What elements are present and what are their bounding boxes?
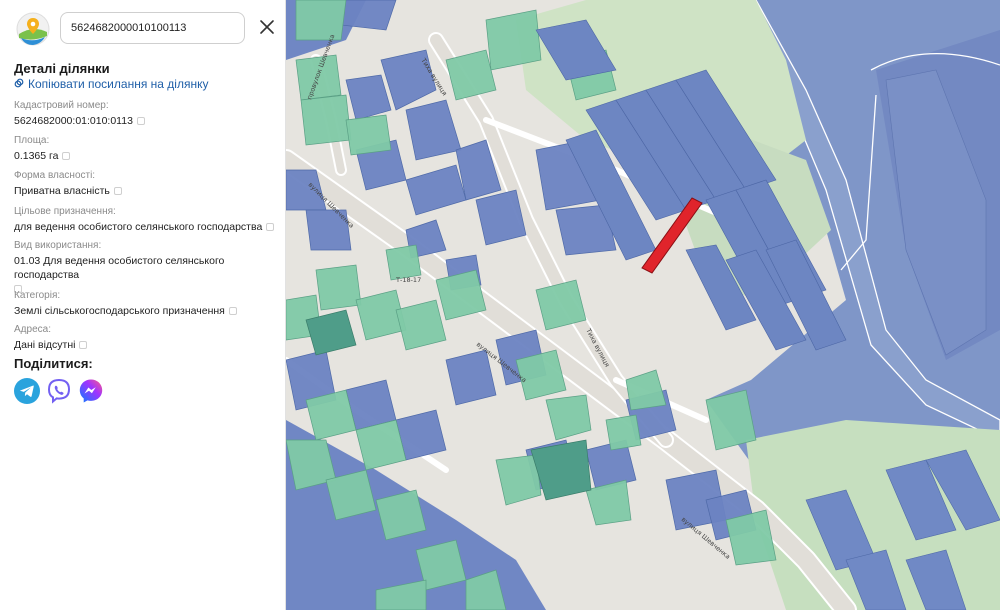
road-label: Т-18-17 — [395, 276, 421, 284]
viber-icon[interactable] — [46, 378, 72, 404]
field-category: Категорія: Землі сільськогосподарського … — [14, 289, 276, 318]
copy-icon[interactable] — [228, 307, 237, 316]
field-label: Адреса: — [14, 324, 51, 335]
copy-icon[interactable] — [62, 152, 71, 161]
link-icon — [14, 77, 24, 91]
logo-icon — [16, 12, 50, 46]
copy-icon[interactable] — [136, 117, 145, 126]
field-value: 5624682000:01:010:0113 — [14, 115, 133, 127]
field-cadastral-number: Кадастровий номер: 5624682000:01:010:011… — [14, 99, 276, 128]
field-label: Кадастровий номер: — [14, 100, 109, 111]
copy-link-button[interactable]: Копіювати посилання на ділянку — [14, 77, 208, 91]
field-purpose: Цільове призначення: для ведення особист… — [14, 205, 276, 234]
telegram-icon[interactable] — [14, 378, 40, 404]
close-icon[interactable] — [256, 16, 278, 38]
cadastral-search-input[interactable] — [60, 12, 245, 44]
share-title: Поділитися: — [14, 356, 93, 371]
field-label: Категорія: — [14, 290, 61, 301]
copy-link-label: Копіювати посилання на ділянку — [28, 77, 209, 91]
field-label: Площа: — [14, 135, 50, 146]
copy-icon[interactable] — [113, 187, 122, 196]
field-value: Приватна власність — [14, 185, 110, 197]
cadastral-map[interactable]: вулиця Шевченка Т-18-17 вулиця Шевченка … — [286, 0, 1000, 610]
details-title: Деталі ділянки — [14, 61, 110, 76]
field-address: Адреса: Дані відсутні — [14, 323, 276, 352]
field-value: 0.1365 га — [14, 150, 59, 162]
field-ownership: Форма власності: Приватна власність — [14, 169, 276, 198]
field-value: Дані відсутні — [14, 339, 76, 351]
field-label: Цільове призначення: — [14, 206, 116, 217]
messenger-icon[interactable] — [78, 378, 104, 404]
field-value: для ведення особистого селянського госпо… — [14, 221, 263, 233]
field-value: 01.03 Для ведення особистого селянського… — [14, 255, 225, 281]
field-label: Форма власності: — [14, 170, 96, 181]
copy-icon[interactable] — [79, 341, 88, 350]
copy-icon[interactable] — [266, 223, 275, 232]
share-buttons — [14, 378, 104, 404]
field-area: Площа: 0.1365 га — [14, 134, 276, 163]
details-panel: Деталі ділянки Копіювати посилання на ді… — [0, 0, 286, 610]
field-value: Землі сільськогосподарського призначення — [14, 305, 225, 317]
field-label: Вид використання: — [14, 240, 102, 251]
field-usage: Вид використання: 01.03 Для ведення особ… — [14, 239, 276, 296]
